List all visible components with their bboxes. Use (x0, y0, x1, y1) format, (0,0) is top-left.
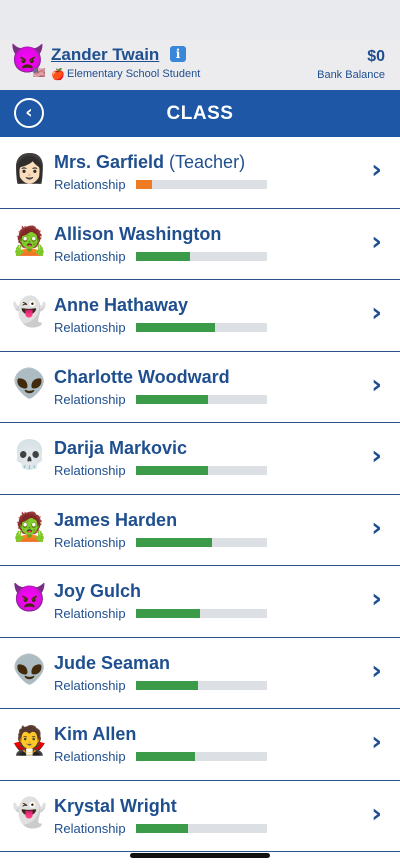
back-button[interactable]: ‹ (14, 98, 44, 128)
relationship-bar (136, 394, 267, 404)
chevron-right-icon[interactable]: › (371, 372, 382, 398)
relationship-bar (136, 680, 267, 690)
relationship-bar-fill (136, 323, 215, 332)
relationship-bar-fill (136, 752, 195, 761)
chevron-right-icon[interactable]: › (371, 801, 382, 827)
chevron-right-icon[interactable]: › (371, 729, 382, 755)
student-name-text: Krystal Wright (54, 795, 177, 816)
list-item[interactable]: 👩🏻 Mrs. Garfield (Teacher) Relationship › (0, 137, 400, 209)
relationship-bar-fill (136, 609, 201, 618)
avatar-icon: 🧟 (12, 509, 47, 543)
student-name-text: Mrs. Garfield (54, 152, 165, 172)
relationship-bar-fill (136, 251, 190, 261)
student-name: Kim Allen (54, 724, 136, 745)
relationship-bar (136, 752, 267, 761)
chevron-left-icon: ‹ (25, 102, 33, 123)
chevron-right-icon[interactable]: › (371, 515, 382, 541)
student-name: Joy Gulch (54, 581, 141, 602)
avatar-icon: 🧟 (12, 223, 47, 257)
student-name: Allison Washington (54, 224, 221, 245)
chevron-right-icon[interactable]: › (371, 443, 382, 469)
page-title: CLASS (166, 103, 234, 124)
student-name-text: Jude Seaman (54, 652, 171, 673)
relationship-bar (136, 323, 267, 332)
relationship-label: Relationship (54, 820, 126, 836)
avatar-icon: 👽 (12, 366, 47, 400)
relationship-label: Relationship (54, 391, 126, 407)
relationship-bar-fill (136, 680, 198, 690)
relationship-label: Relationship (54, 606, 126, 621)
list-item[interactable]: 👽 Jude Seaman Relationship › (0, 637, 400, 709)
relationship-bar-fill (136, 823, 189, 833)
chevron-right-icon[interactable]: › (371, 300, 382, 326)
relationship-label: Relationship (54, 177, 126, 192)
relationship-label: Relationship (54, 677, 126, 693)
student-name-text: Anne Hathaway (54, 295, 189, 315)
student-name: Krystal Wright (54, 796, 177, 817)
relationship-bar (136, 180, 267, 189)
relationship-label: Relationship (54, 534, 126, 550)
student-name-text: Darija Markovic (54, 438, 188, 458)
chevron-right-icon[interactable]: › (371, 157, 382, 183)
student-name-text: Allison Washington (54, 223, 222, 244)
list-item[interactable]: 👻 Anne Hathaway Relationship › (0, 280, 400, 352)
list-item[interactable]: 👿 Joy Gulch Relationship › (0, 566, 400, 638)
info-icon[interactable]: i (170, 46, 186, 62)
avatar-icon: 🧛 (12, 724, 47, 757)
apple-icon: 🍎 (51, 68, 65, 81)
user-name-link[interactable]: Zander Twain (51, 45, 159, 65)
student-name-text: Joy Gulch (54, 581, 142, 601)
chevron-right-icon[interactable]: › (371, 229, 382, 255)
avatar-icon: 👻 (12, 795, 47, 829)
list-item[interactable]: 👽 Charlotte Woodward Relationship › (0, 351, 400, 423)
relationship-label: Relationship (54, 320, 126, 335)
avatar-icon: 👩🏻 (12, 152, 47, 185)
student-name: Darija Markovic (54, 438, 187, 459)
relationship-bar (136, 251, 267, 261)
relationship-bar-fill (136, 180, 152, 189)
relationship-bar (136, 823, 267, 833)
student-name-text: Kim Allen (54, 724, 137, 744)
home-indicator (130, 853, 270, 858)
student-name-text: James Harden (54, 509, 178, 530)
list-item[interactable]: 💀 Darija Markovic Relationship › (0, 423, 400, 495)
relationship-bar-fill (136, 466, 209, 475)
student-name: Jude Seaman (54, 653, 170, 674)
student-name: Mrs. Garfield (Teacher) (54, 152, 245, 173)
list-item[interactable]: 👻 Krystal Wright Relationship › (0, 780, 400, 852)
list-item[interactable]: 🧟 Allison Washington Relationship › (0, 208, 400, 280)
relationship-bar-fill (136, 394, 209, 404)
avatar-icon: 💀 (12, 438, 47, 471)
student-name-text: Charlotte Woodward (54, 366, 230, 387)
chevron-right-icon[interactable]: › (371, 658, 382, 684)
student-name: Charlotte Woodward (54, 367, 230, 388)
relationship-bar (136, 609, 267, 618)
relationship-label: Relationship (54, 463, 126, 478)
list-item[interactable]: 🧟 James Harden Relationship › (0, 494, 400, 566)
status-bar-area (0, 0, 400, 40)
relationship-bar (136, 466, 267, 475)
relationship-bar (136, 537, 267, 547)
avatar-icon: 👽 (12, 652, 47, 686)
bank-balance-label: Bank Balance (317, 69, 385, 81)
list-item[interactable]: 🧛 Kim Allen Relationship › (0, 709, 400, 781)
avatar-icon: 👿 (12, 581, 47, 614)
student-name: James Harden (54, 510, 177, 531)
avatar-icon: 👻 (12, 295, 47, 328)
class-list: 👩🏻 Mrs. Garfield (Teacher) Relationship › 🧟 A… (0, 137, 400, 852)
chevron-right-icon[interactable]: › (371, 586, 382, 612)
profile-header: 👿 🇺🇸 Zander Twain i 🍎 Elementary School … (0, 40, 400, 90)
relationship-bar-fill (136, 537, 212, 547)
title-bar: CLASS ‹ (0, 90, 400, 137)
us-flag-icon: 🇺🇸 (33, 68, 46, 79)
user-status: Elementary School Student (67, 68, 201, 80)
relationship-label: Relationship (54, 749, 126, 764)
student-role: (Teacher) (164, 152, 246, 172)
relationship-label: Relationship (54, 248, 126, 264)
student-name: Anne Hathaway (54, 295, 188, 316)
bank-balance-value: $0 (367, 48, 385, 65)
